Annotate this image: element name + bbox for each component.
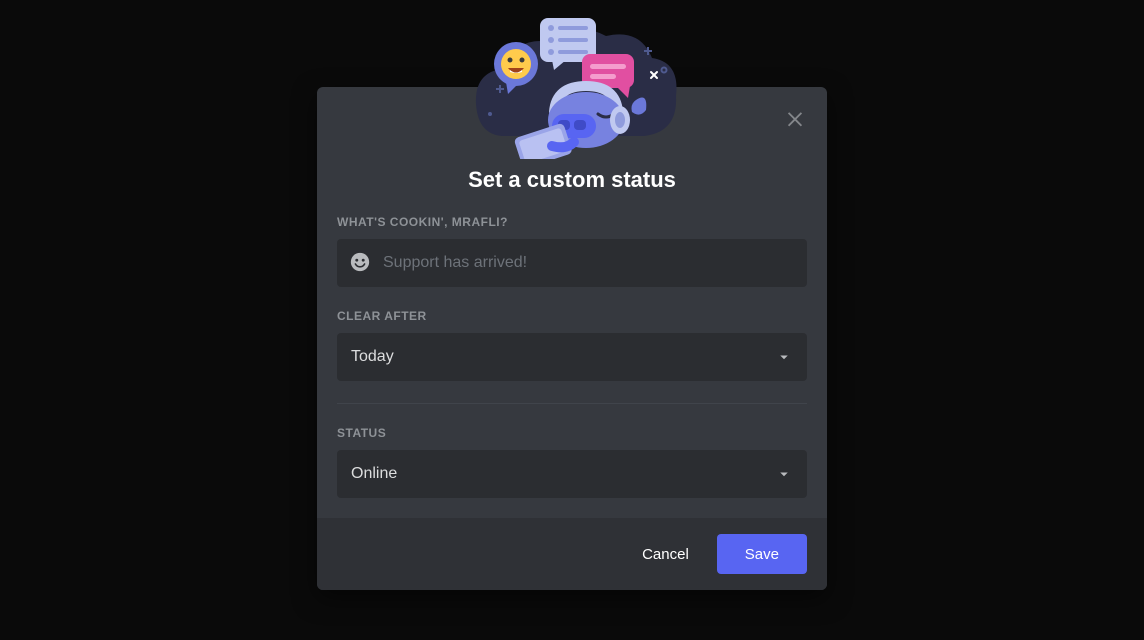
save-button[interactable]: Save — [717, 534, 807, 574]
chevron-down-icon — [775, 465, 793, 483]
modal-title: Set a custom status — [337, 167, 807, 193]
status-presence-label: STATUS — [337, 426, 807, 440]
chevron-down-icon — [775, 348, 793, 366]
smile-icon — [349, 251, 371, 276]
clear-after-section: CLEAR AFTER Today — [337, 309, 807, 381]
custom-status-modal: Set a custom status WHAT'S COOKIN', MRAF… — [317, 87, 827, 590]
close-button[interactable] — [781, 105, 809, 133]
modal-footer: Cancel Save — [317, 518, 827, 590]
emoji-picker-button[interactable] — [349, 251, 371, 276]
status-text-label: WHAT'S COOKIN', MRAFLI? — [337, 215, 807, 229]
status-text-section: WHAT'S COOKIN', MRAFLI? — [337, 215, 807, 287]
status-input-container — [337, 239, 807, 287]
status-presence-select[interactable]: Online — [337, 450, 807, 498]
clear-after-value: Today — [351, 348, 394, 366]
clear-after-label: CLEAR AFTER — [337, 309, 807, 323]
divider — [337, 403, 807, 404]
status-presence-value: Online — [351, 465, 397, 483]
status-presence-section: STATUS Online — [337, 426, 807, 498]
status-text-input[interactable] — [383, 239, 795, 287]
close-icon — [784, 107, 806, 132]
clear-after-select[interactable]: Today — [337, 333, 807, 381]
cancel-button[interactable]: Cancel — [634, 536, 697, 573]
